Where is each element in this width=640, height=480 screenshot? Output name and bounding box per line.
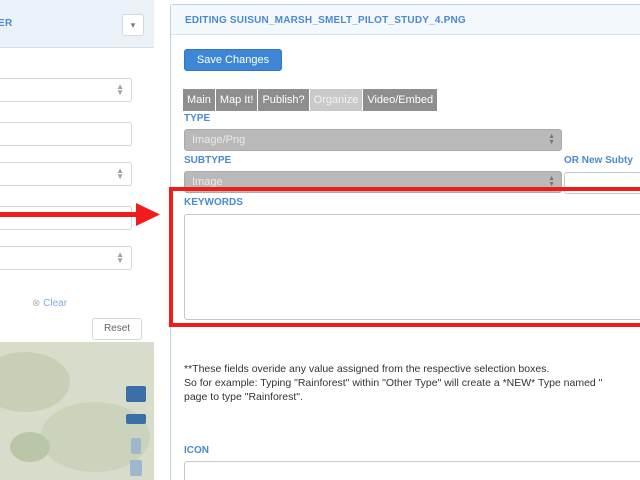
subtype-label: SUBTYPE bbox=[184, 155, 232, 166]
override-note: **These fields overide any value assigne… bbox=[184, 362, 640, 404]
icon-field[interactable] bbox=[184, 461, 640, 480]
map-pointer-icon[interactable] bbox=[131, 438, 141, 454]
select-caret-icon: ▲ ▼ bbox=[116, 250, 124, 265]
type-select-value: Image/Png bbox=[192, 134, 246, 146]
filter-select-3[interactable]: ▲ ▼ bbox=[0, 246, 132, 270]
override-note-line: page to type "Rainforest". bbox=[184, 391, 303, 403]
select-caret-icon: ▲ ▼ bbox=[116, 82, 124, 97]
map-preview[interactable] bbox=[0, 342, 154, 480]
type-select[interactable]: Image/Png ▲ ▼ bbox=[184, 129, 562, 151]
annotation-arrow-icon bbox=[0, 203, 160, 226]
clear-link-label: Clear bbox=[43, 298, 68, 309]
map-layer-icon[interactable] bbox=[126, 414, 146, 424]
filter-select-2[interactable]: ▲ ▼ bbox=[0, 162, 132, 186]
clear-icon: ⊗ bbox=[32, 298, 41, 309]
map-terrain bbox=[10, 432, 50, 462]
override-note-line: So for example: Typing "Rainforest" with… bbox=[184, 377, 603, 389]
filter-panel-header: ER ▾ bbox=[0, 0, 154, 48]
chevron-icon[interactable]: ▾ bbox=[122, 14, 144, 36]
filter-input-1[interactable] bbox=[0, 122, 132, 146]
override-note-line: **These fields overide any value assigne… bbox=[184, 363, 550, 375]
filter-select-1[interactable]: ▲ ▼ bbox=[0, 78, 132, 102]
tab-organize[interactable]: Organize bbox=[309, 89, 363, 111]
editor-title: EDITING SUISUN_MARSH_SMELT_PILOT_STUDY_4… bbox=[185, 15, 466, 26]
save-changes-button[interactable]: Save Changes bbox=[184, 49, 282, 71]
tab-main[interactable]: Main bbox=[183, 89, 215, 111]
new-subtype-label: OR New Subty bbox=[564, 155, 633, 166]
select-caret-icon: ▲ ▼ bbox=[116, 166, 124, 181]
editor-header: EDITING SUISUN_MARSH_SMELT_PILOT_STUDY_4… bbox=[171, 5, 640, 35]
map-edit-icon[interactable] bbox=[126, 386, 146, 402]
icon-label: ICON bbox=[184, 445, 209, 456]
tab-map-it[interactable]: Map It! bbox=[215, 89, 258, 111]
tab-video-embed[interactable]: Video/Embed bbox=[363, 89, 438, 111]
editor-tabs: Main Map It! Publish? Organize Video/Emb… bbox=[183, 89, 438, 111]
filter-panel: ER ▾ ▲ ▼ ▲ ▼ ▲ ▼ ⊗ Clear Reset bbox=[0, 0, 154, 342]
select-caret-icon: ▲ ▼ bbox=[548, 133, 555, 146]
tab-publish[interactable]: Publish? bbox=[258, 89, 309, 111]
clear-link[interactable]: ⊗ Clear bbox=[32, 298, 67, 309]
reset-button[interactable]: Reset bbox=[92, 318, 142, 340]
map-zoom-icon[interactable] bbox=[130, 460, 142, 476]
annotation-highlight-box bbox=[169, 187, 640, 327]
map-terrain bbox=[0, 352, 70, 412]
filter-panel-title: ER bbox=[0, 18, 13, 29]
type-label: TYPE bbox=[184, 113, 211, 124]
